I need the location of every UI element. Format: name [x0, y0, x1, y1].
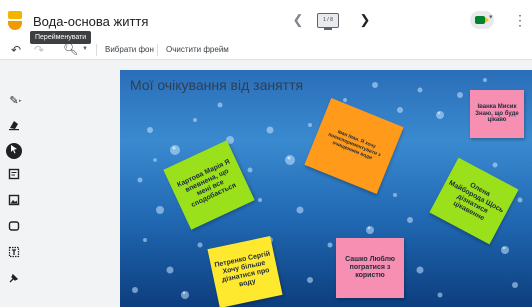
- canvas-title[interactable]: Мої очікування від заняття: [130, 77, 303, 93]
- undo-icon[interactable]: ↶: [11, 43, 21, 57]
- image-icon[interactable]: [6, 194, 22, 210]
- sticky-note-ivanka[interactable]: Іванка Мисик Знаю, що буде цікаво: [470, 90, 524, 138]
- frame-thumb-stand: [324, 28, 332, 30]
- text-box-icon[interactable]: [6, 246, 22, 262]
- shape-icon[interactable]: [6, 220, 22, 236]
- zoom-caret-icon[interactable]: ▼: [82, 46, 88, 52]
- sticky-note-sashko[interactable]: Сашко Люблю погратися з користю: [336, 238, 404, 298]
- more-vert-icon[interactable]: ⋮: [513, 12, 527, 28]
- chevron-right-icon[interactable]: ❯: [357, 12, 373, 28]
- pen-options-caret[interactable]: ▸: [19, 98, 22, 104]
- select-icon[interactable]: [6, 143, 22, 159]
- jamboard-logo[interactable]: [8, 11, 22, 30]
- top-bar: Вода-основа життя Перейменувати ❮ 1 / 8 …: [0, 0, 532, 44]
- set-background-button[interactable]: Вибрати фон: [105, 45, 154, 54]
- laser-icon[interactable]: [6, 272, 22, 288]
- clear-frame-button[interactable]: Очистити фрейм: [166, 45, 229, 54]
- eraser-icon[interactable]: [6, 119, 22, 135]
- whiteboard-canvas[interactable]: Мої очікування від заняття Картова Марія…: [120, 70, 532, 307]
- meet-icon: [475, 16, 489, 24]
- redo-icon[interactable]: ↷: [34, 43, 44, 57]
- sticky-note-petrenko[interactable]: Петренко Сергій Хочу більше дізнатися пр…: [207, 236, 283, 307]
- toolbar-divider: [96, 44, 97, 56]
- toolbar-divider: [157, 44, 158, 56]
- tool-sidebar: ✎ ▸: [0, 60, 28, 307]
- frame-thumb-label: 1 / 8: [323, 17, 333, 23]
- sticky-note-icon[interactable]: [6, 168, 22, 184]
- chevron-left-icon[interactable]: ❮: [290, 12, 306, 28]
- rename-tooltip: Перейменувати: [30, 31, 92, 44]
- frame-thumbnail[interactable]: 1 / 8: [317, 13, 339, 28]
- doc-title[interactable]: Вода-основа життя: [33, 14, 148, 29]
- chevron-down-icon[interactable]: ▾: [489, 13, 493, 21]
- zoom-in-icon[interactable]: 🔍︎: [63, 42, 78, 56]
